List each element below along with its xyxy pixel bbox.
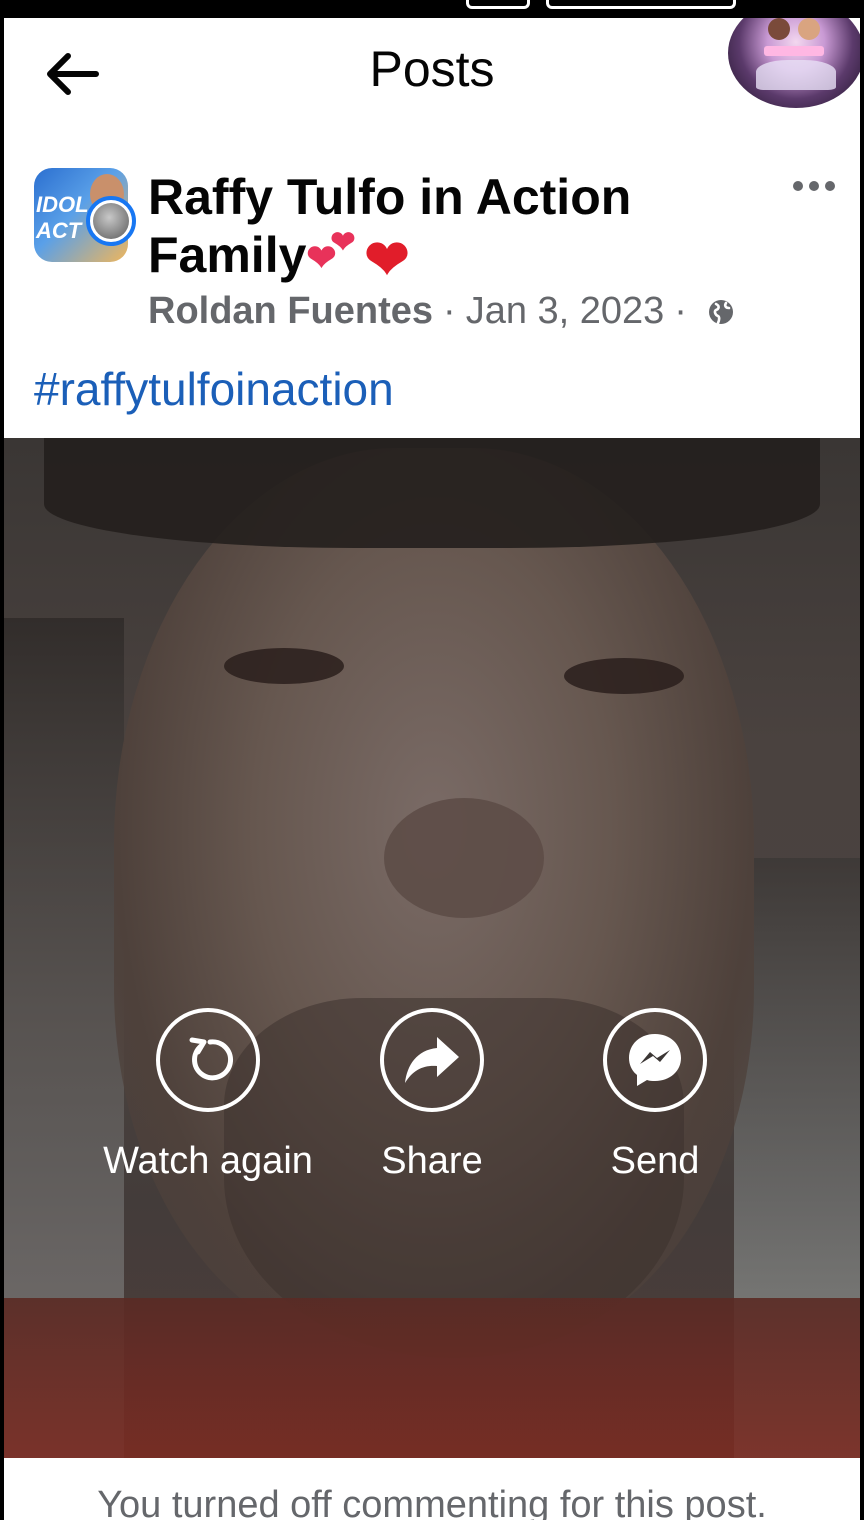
app-screen: Posts IDOL ACT Raffy Tulfo in Action Fam… xyxy=(4,18,860,1520)
more-dots-icon xyxy=(793,181,835,191)
send-button[interactable]: Send xyxy=(535,1008,775,1183)
replay-icon-circle xyxy=(156,1008,260,1112)
status-indicator xyxy=(466,0,530,9)
hashtag-link[interactable]: #raffytulfoinaction xyxy=(34,362,394,416)
share-arrow-icon xyxy=(405,1037,459,1083)
author-name[interactable]: Roldan Fuentes xyxy=(148,290,433,333)
post-meta: Roldan Fuentes · Jan 3, 2023 · xyxy=(148,290,735,333)
meta-separator: · xyxy=(443,290,456,332)
send-label: Send xyxy=(610,1140,700,1182)
video-player[interactable]: Watch again Share Send xyxy=(4,438,860,1458)
red-heart-emoji: ❤ xyxy=(364,230,410,290)
post-avatar[interactable]: IDOL ACT xyxy=(34,168,136,268)
comments-disabled-notice: You turned off commenting for this post. xyxy=(4,1458,860,1520)
group-name-link[interactable]: Raffy Tulfo in Action Family ❤ ❤ ❤ xyxy=(148,168,708,287)
status-bar xyxy=(0,0,864,18)
share-label: Share xyxy=(381,1140,483,1182)
author-avatar xyxy=(86,196,136,246)
watch-again-label: Watch again xyxy=(103,1140,313,1182)
comments-disabled-text: You turned off commenting for this post. xyxy=(97,1484,767,1520)
status-indicator xyxy=(546,0,736,9)
meta-separator: · xyxy=(674,290,687,332)
video-end-actions: Watch again Share Send xyxy=(4,1008,860,1208)
post-date[interactable]: Jan 3, 2023 xyxy=(466,290,665,333)
replay-icon xyxy=(189,1037,234,1081)
watch-again-button[interactable]: Watch again xyxy=(88,1008,328,1183)
two-hearts-emoji: ❤ ❤ xyxy=(306,226,356,278)
post-options-button[interactable] xyxy=(786,168,842,204)
share-icon-circle xyxy=(380,1008,484,1112)
share-button[interactable]: Share xyxy=(312,1008,552,1183)
messenger-icon xyxy=(629,1034,681,1086)
messenger-icon-circle xyxy=(603,1008,707,1112)
globe-icon xyxy=(708,299,733,324)
